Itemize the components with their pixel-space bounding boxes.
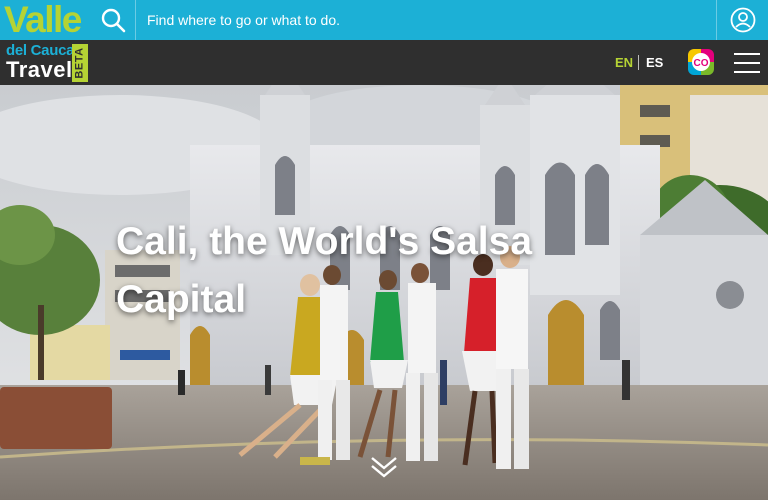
logo-travel[interactable]: Travel xyxy=(6,58,73,82)
chevron-double-down-icon xyxy=(371,457,397,478)
badge-text: CO xyxy=(694,58,709,69)
colombia-badge[interactable]: CO xyxy=(688,49,714,75)
search-input[interactable] xyxy=(137,0,715,40)
language-divider xyxy=(638,55,639,70)
hamburger-menu-button[interactable] xyxy=(734,53,762,73)
beta-badge: BETA xyxy=(72,44,88,82)
language-es-link[interactable]: ES xyxy=(646,40,663,85)
hamburger-menu-icon xyxy=(734,53,762,73)
hero-banner: Cali, the World's Salsa Capital xyxy=(0,85,768,500)
colombia-badge-icon: CO xyxy=(688,49,714,75)
user-icon xyxy=(730,7,755,33)
top-search-bar: Valle xyxy=(0,0,768,40)
language-en-link[interactable]: EN xyxy=(615,40,633,85)
beta-label: BETA xyxy=(74,47,87,79)
scroll-down-button[interactable] xyxy=(369,454,399,480)
user-account-button[interactable] xyxy=(716,0,768,40)
hero-title: Cali, the World's Salsa Capital xyxy=(116,220,533,321)
main-navbar: del Cauca Travel BETA EN ES xyxy=(0,40,768,85)
search-button[interactable] xyxy=(90,0,136,40)
search-icon xyxy=(101,8,125,33)
logo-valle[interactable]: Valle xyxy=(4,0,82,40)
